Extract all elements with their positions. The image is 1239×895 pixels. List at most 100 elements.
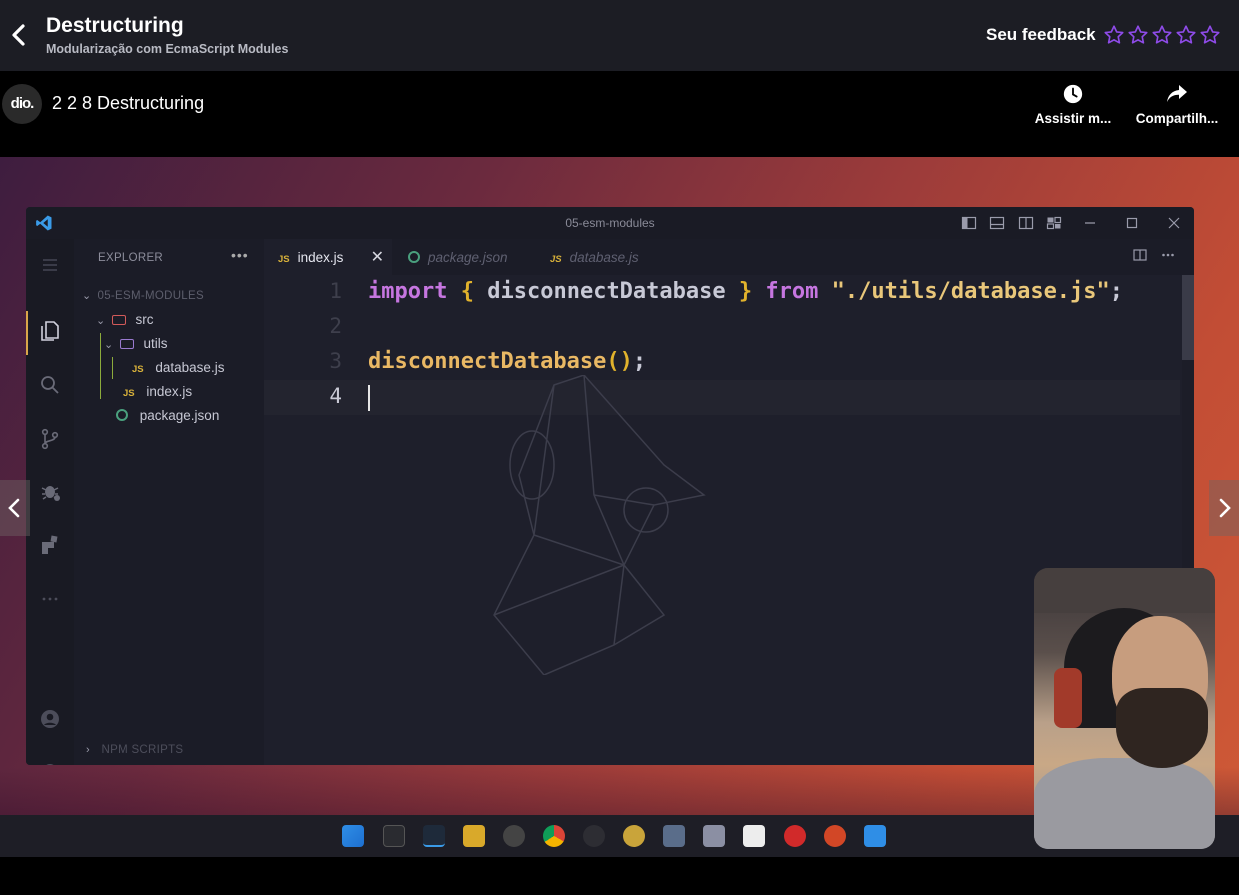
source-control-icon[interactable] (38, 427, 62, 451)
back-chevron-icon[interactable] (8, 22, 30, 48)
opera-icon[interactable] (784, 825, 806, 847)
semicolon: ; (632, 349, 647, 374)
webcam-background (1034, 568, 1215, 613)
tab-package-json[interactable]: package.json (392, 239, 532, 275)
explorer-sidebar: EXPLORER ••• ⌄ 05-ESM-MODULES ⌄ src ⌄ ut… (74, 239, 264, 765)
maximize-icon[interactable] (1124, 215, 1140, 231)
watch-later-button[interactable]: Assistir m... (1028, 83, 1118, 126)
clock-icon (1063, 84, 1083, 104)
tree-item-label: index.js (146, 384, 193, 399)
terminal-icon[interactable] (383, 825, 405, 847)
star-1-icon[interactable] (1103, 24, 1125, 46)
toggle-sidebar-icon[interactable] (961, 215, 977, 231)
settings-gear-icon[interactable] (38, 759, 62, 765)
editor-more-icon[interactable] (1161, 248, 1175, 262)
explorer-title: EXPLORER (98, 252, 164, 264)
tree-root-label: 05-ESM-MODULES (97, 290, 204, 302)
watermark-logo-icon (493, 375, 706, 675)
split-editor-icon[interactable] (1133, 248, 1147, 262)
chat-icon[interactable] (663, 825, 685, 847)
rating-stars (1103, 24, 1221, 46)
channel-logo[interactable]: dio. (2, 84, 42, 124)
more-views-icon[interactable] (38, 587, 62, 611)
tree-folder-utils[interactable]: ⌄ utils (104, 333, 168, 355)
npm-file-icon (408, 251, 420, 263)
editor-tabs: JS index.js ✕ package.json JS database.js (264, 239, 1194, 275)
close-window-icon[interactable] (1166, 215, 1182, 231)
share-button[interactable]: Compartilh... (1132, 83, 1222, 126)
presenter-webcam (1034, 568, 1215, 849)
video-title[interactable]: 2 2 8 Destructuring (52, 93, 204, 114)
toggle-panel-icon[interactable] (989, 215, 1005, 231)
folder-src-icon (111, 315, 126, 325)
star-3-icon[interactable] (1151, 24, 1173, 46)
scrollbar-thumb[interactable] (1182, 275, 1194, 360)
folder-utils-icon (119, 339, 134, 349)
next-lesson-button[interactable] (1209, 480, 1239, 536)
activity-bar (26, 239, 74, 765)
capcut-icon[interactable] (743, 825, 765, 847)
star-5-icon[interactable] (1199, 24, 1221, 46)
webcam-chair-side (1054, 668, 1082, 728)
chevron-right-icon: › (86, 744, 90, 756)
video-frame[interactable]: 05-esm-modules EXPLORER ••• ⌄ 05-ESM-MOD… (0, 157, 1239, 857)
js-file-icon: JS (123, 388, 135, 399)
tab-label: database.js (569, 250, 639, 265)
line-number-active: 4 (329, 384, 342, 408)
minimize-icon[interactable] (1082, 215, 1098, 231)
explorer-icon[interactable] (38, 319, 62, 343)
menu-icon[interactable] (38, 253, 62, 277)
chrome-icon[interactable] (543, 825, 565, 847)
star-4-icon[interactable] (1175, 24, 1197, 46)
module-path-string: "./utils/database.js" (831, 279, 1110, 304)
windows-start-icon[interactable] (342, 825, 364, 847)
npm-scripts-label: NPM SCRIPTS (101, 744, 184, 756)
vscode-taskbar-icon[interactable] (423, 825, 445, 847)
brace-close: } (738, 279, 753, 304)
vscode-titlebar: 05-esm-modules (26, 207, 1194, 239)
search-icon[interactable] (38, 373, 62, 397)
js-file-icon: JS (550, 254, 562, 265)
text-cursor (368, 385, 370, 411)
tab-index-js[interactable]: JS index.js ✕ (264, 239, 392, 275)
line-number: 3 (329, 349, 342, 373)
app-icon[interactable] (623, 825, 645, 847)
npm-file-icon (116, 409, 128, 421)
explorer-more-icon[interactable]: ••• (231, 247, 249, 263)
run-debug-icon[interactable] (38, 479, 62, 503)
semicolon: ; (1109, 279, 1124, 304)
tab-label: index.js (297, 250, 344, 265)
powerpoint-icon[interactable] (824, 825, 846, 847)
close-tab-icon[interactable]: ✕ (371, 239, 384, 277)
keyword-import: import (368, 279, 448, 304)
tree-root-folder[interactable]: ⌄ 05-ESM-MODULES (82, 285, 204, 307)
keyword-from: from (765, 279, 819, 304)
tree-folder-src[interactable]: ⌄ src (96, 309, 154, 331)
app-icon[interactable] (503, 825, 525, 847)
previous-lesson-button[interactable] (0, 480, 30, 536)
video-player-header: dio. 2 2 8 Destructuring Assistir m... C… (0, 71, 1239, 157)
toggle-secondary-sidebar-icon[interactable] (1018, 215, 1034, 231)
accounts-icon[interactable] (38, 707, 62, 731)
extensions-icon[interactable] (38, 533, 62, 557)
npm-scripts-section[interactable]: › NPM SCRIPTS (86, 744, 183, 756)
tree-file-database-js[interactable]: JS database.js (132, 357, 224, 379)
call-parens: () (606, 349, 633, 374)
tab-database-js[interactable]: JS database.js (536, 239, 666, 275)
file-explorer-icon[interactable] (463, 825, 485, 847)
customize-layout-icon[interactable] (1046, 215, 1062, 231)
share-arrow-icon (1167, 85, 1187, 102)
app-icon[interactable] (583, 825, 605, 847)
tree-file-index-js[interactable]: JS index.js (123, 381, 192, 403)
app-icon[interactable] (703, 825, 725, 847)
star-2-icon[interactable] (1127, 24, 1149, 46)
indent-guide (100, 333, 101, 399)
active-indicator (26, 311, 28, 355)
lesson-subtitle: Modularização com EcmaScript Modules (46, 42, 289, 56)
brace-open: { (460, 279, 474, 304)
tree-file-package-json[interactable]: package.json (116, 405, 219, 427)
notepad-icon[interactable] (864, 825, 886, 847)
code-line-3: disconnectDatabase(); (368, 349, 646, 374)
lesson-header: Destructuring Modularização com EcmaScri… (0, 0, 1239, 71)
share-label: Compartilh... (1135, 111, 1219, 126)
